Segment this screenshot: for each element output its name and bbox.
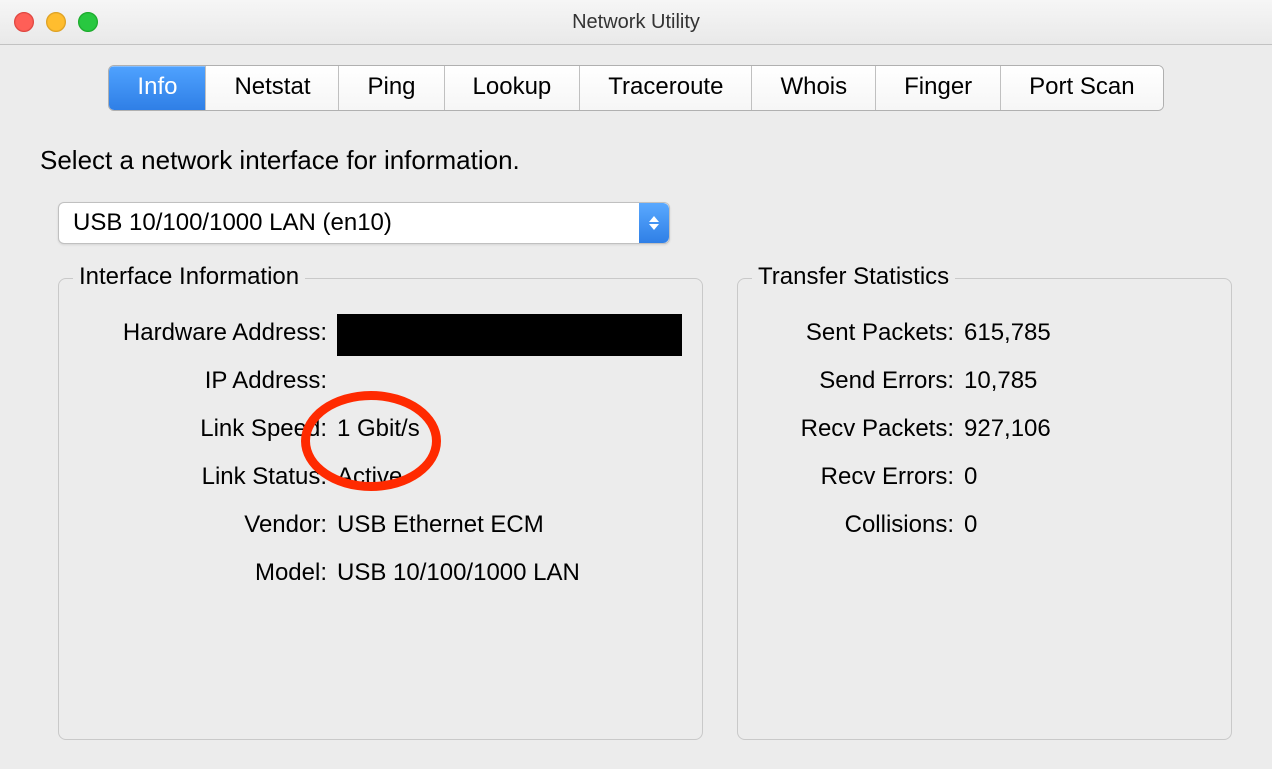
tab-traceroute[interactable]: Traceroute — [580, 66, 752, 110]
panel-transfer-stats-title: Transfer Statistics — [752, 263, 955, 291]
window-titlebar: Network Utility — [0, 0, 1272, 45]
window-close-button[interactable] — [14, 12, 34, 32]
value-vendor: USB Ethernet ECM — [337, 501, 682, 549]
row-send-errors: Send Errors: 10,785 — [758, 357, 1211, 405]
row-recv-errors: Recv Errors: 0 — [758, 453, 1211, 501]
tab-info[interactable]: Info — [109, 66, 206, 110]
window-minimize-button[interactable] — [46, 12, 66, 32]
tab-port-scan[interactable]: Port Scan — [1001, 66, 1162, 110]
tab-ping[interactable]: Ping — [339, 66, 444, 110]
label-sent-packets: Sent Packets: — [758, 309, 964, 357]
chevron-down-icon — [649, 224, 659, 230]
tabbar-container: Info Netstat Ping Lookup Traceroute Whoi… — [0, 45, 1272, 111]
label-send-errors: Send Errors: — [758, 357, 964, 405]
value-recv-errors: 0 — [964, 453, 1211, 501]
label-model: Model: — [79, 549, 337, 597]
redacted-block — [337, 314, 682, 356]
row-recv-packets: Recv Packets: 927,106 — [758, 405, 1211, 453]
tab-netstat[interactable]: Netstat — [206, 66, 339, 110]
row-sent-packets: Sent Packets: 615,785 — [758, 309, 1211, 357]
tab-finger[interactable]: Finger — [876, 66, 1001, 110]
window-controls — [14, 12, 98, 32]
interface-select[interactable]: USB 10/100/1000 LAN (en10) — [58, 202, 670, 244]
content-area: Select a network interface for informati… — [0, 111, 1272, 740]
value-sent-packets: 615,785 — [964, 309, 1211, 357]
row-link-status: Link Status: Active — [79, 453, 682, 501]
interface-select-value: USB 10/100/1000 LAN (en10) — [73, 209, 392, 237]
label-collisions: Collisions: — [758, 501, 964, 549]
tabbar: Info Netstat Ping Lookup Traceroute Whoi… — [108, 65, 1163, 111]
label-ip-address: IP Address: — [79, 357, 337, 405]
panel-transfer-stats: Transfer Statistics Sent Packets: 615,78… — [737, 278, 1232, 740]
dropdown-stepper-icon — [639, 203, 669, 243]
value-link-status: Active — [337, 453, 682, 501]
panels-row: Interface Information Hardware Address: … — [40, 260, 1232, 740]
value-link-speed: 1 Gbit/s — [337, 405, 682, 453]
tab-lookup[interactable]: Lookup — [445, 66, 581, 110]
tab-whois[interactable]: Whois — [752, 66, 876, 110]
label-recv-packets: Recv Packets: — [758, 405, 964, 453]
row-vendor: Vendor: USB Ethernet ECM — [79, 501, 682, 549]
prompt-text: Select a network interface for informati… — [40, 145, 1232, 176]
row-collisions: Collisions: 0 — [758, 501, 1211, 549]
panel-interface-info-title: Interface Information — [73, 263, 305, 291]
label-vendor: Vendor: — [79, 501, 337, 549]
window-title: Network Utility — [572, 11, 700, 34]
row-link-speed: Link Speed: 1 Gbit/s — [79, 405, 682, 453]
chevron-up-icon — [649, 216, 659, 222]
value-hardware-address — [337, 309, 682, 357]
value-send-errors: 10,785 — [964, 357, 1211, 405]
row-ip-address: IP Address: — [79, 357, 682, 405]
label-link-status: Link Status: — [79, 453, 337, 501]
window-zoom-button[interactable] — [78, 12, 98, 32]
label-link-speed: Link Speed: — [79, 405, 337, 453]
value-collisions: 0 — [964, 501, 1211, 549]
panel-interface-info: Interface Information Hardware Address: … — [58, 278, 703, 740]
row-hardware-address: Hardware Address: — [79, 309, 682, 357]
row-model: Model: USB 10/100/1000 LAN — [79, 549, 682, 597]
value-recv-packets: 927,106 — [964, 405, 1211, 453]
label-recv-errors: Recv Errors: — [758, 453, 964, 501]
label-hardware-address: Hardware Address: — [79, 309, 337, 357]
interface-select-row: USB 10/100/1000 LAN (en10) — [40, 202, 1232, 244]
value-model: USB 10/100/1000 LAN — [337, 549, 682, 597]
